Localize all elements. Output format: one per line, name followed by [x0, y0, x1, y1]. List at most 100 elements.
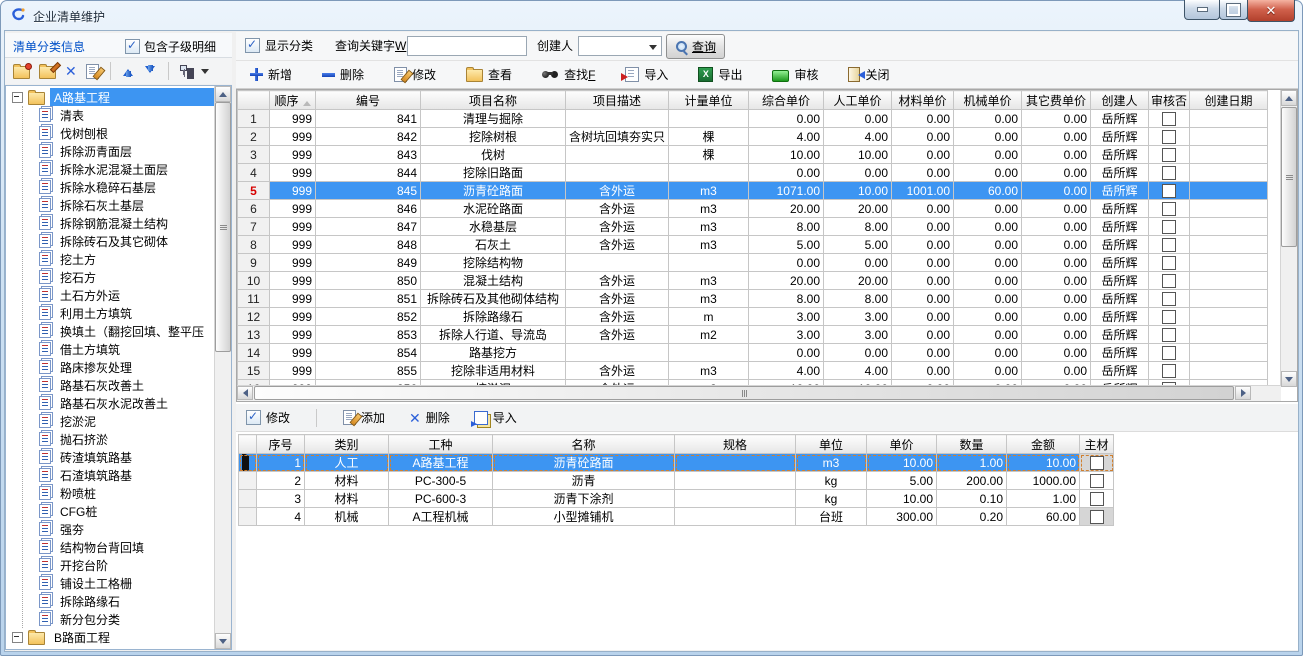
cell-create-date[interactable]: [1190, 326, 1268, 344]
tree-item-label[interactable]: 砖渣填筑路基: [56, 448, 136, 466]
cell[interactable]: 伐树: [421, 146, 566, 164]
cell-create-date[interactable]: [1190, 128, 1268, 146]
tree-item-label[interactable]: 强夯: [56, 520, 88, 538]
row-number[interactable]: 6: [238, 200, 270, 218]
cell[interactable]: 岳所辉: [1091, 182, 1149, 200]
row-number[interactable]: 9: [238, 254, 270, 272]
audit-checkbox[interactable]: [1162, 346, 1176, 360]
tree-item-label[interactable]: 拆除水泥混凝土面层: [56, 160, 172, 178]
cell-audit[interactable]: [1149, 272, 1190, 290]
cell[interactable]: 0.00: [892, 236, 954, 254]
tree-item[interactable]: 伐树刨根: [39, 124, 214, 142]
tree-item-label[interactable]: 换填土（翻挖回填、整平压: [56, 322, 208, 340]
column-header-7[interactable]: 人工单价: [824, 91, 892, 110]
column-header-10[interactable]: 主材: [1080, 435, 1114, 454]
cell[interactable]: [669, 344, 749, 362]
column-header-8[interactable]: 材料单价: [892, 91, 954, 110]
cell[interactable]: 10.00: [867, 454, 937, 472]
cell[interactable]: 0.00: [954, 326, 1022, 344]
row-selector[interactable]: [239, 472, 257, 490]
cell-audit[interactable]: [1149, 290, 1190, 308]
combobox-arrow-icon[interactable]: [649, 45, 657, 54]
cell-audit[interactable]: [1149, 146, 1190, 164]
audit-checkbox[interactable]: [1162, 220, 1176, 234]
column-header-5[interactable]: 规格: [675, 435, 796, 454]
cell[interactable]: 0.00: [954, 272, 1022, 290]
tree-item-label[interactable]: 新分包分类: [56, 610, 124, 628]
view-button[interactable]: 查看: [466, 66, 512, 83]
tree-item-label[interactable]: 借土方填筑: [56, 340, 124, 358]
row-number[interactable]: 4: [238, 164, 270, 182]
row-number[interactable]: 3: [238, 146, 270, 164]
cell[interactable]: 0.00: [954, 164, 1022, 182]
cell[interactable]: 20.00: [824, 272, 892, 290]
column-header-corner[interactable]: [238, 91, 270, 110]
cell-audit[interactable]: [1149, 218, 1190, 236]
tree-item-label[interactable]: 拆除砖石及其它砌体: [56, 232, 172, 250]
row-number[interactable]: 1: [238, 110, 270, 128]
cell[interactable]: 20.00: [749, 200, 824, 218]
cell[interactable]: kg: [796, 490, 867, 508]
cell[interactable]: 844: [316, 164, 421, 182]
modify-button[interactable]: 修改: [394, 66, 436, 83]
cell[interactable]: 0.00: [1022, 290, 1091, 308]
cell[interactable]: 4.00: [749, 362, 824, 380]
cell[interactable]: 0.00: [892, 362, 954, 380]
cell[interactable]: 挖除旧路面: [421, 164, 566, 182]
tree-item[interactable]: 拆除钢筋混凝土结构: [39, 214, 214, 232]
tree-item[interactable]: 路基石灰改善土: [39, 376, 214, 394]
column-header-selector[interactable]: [239, 435, 257, 454]
new-category-folder-icon[interactable]: [13, 66, 30, 79]
cell[interactable]: m3: [669, 362, 749, 380]
cell[interactable]: 0.00: [892, 164, 954, 182]
scroll-up-button[interactable]: [1281, 90, 1297, 106]
cell[interactable]: 含外运: [566, 182, 669, 200]
tree-item[interactable]: 路基石灰水泥改善土: [39, 394, 214, 412]
detail-add-button[interactable]: 添加: [343, 409, 385, 426]
cell[interactable]: 999: [270, 290, 316, 308]
tree-item[interactable]: 拆除水稳碎石基层: [39, 178, 214, 196]
cell[interactable]: 3.00: [749, 308, 824, 326]
cell[interactable]: 岳所辉: [1091, 110, 1149, 128]
tree-item[interactable]: 挖淤泥: [39, 412, 214, 430]
query-button[interactable]: 查询: [666, 34, 725, 59]
cell[interactable]: 0.00: [892, 254, 954, 272]
column-header-4[interactable]: 名称: [493, 435, 675, 454]
column-header-3[interactable]: 项目名称: [421, 91, 566, 110]
cell[interactable]: 0.00: [1022, 236, 1091, 254]
cell[interactable]: [566, 164, 669, 182]
cell[interactable]: 0.00: [954, 254, 1022, 272]
cell[interactable]: [675, 454, 796, 472]
audit-checkbox[interactable]: [1162, 328, 1176, 342]
cell-main-material[interactable]: [1080, 454, 1114, 472]
column-header-4[interactable]: 项目描述: [566, 91, 669, 110]
cell[interactable]: 含外运: [566, 308, 669, 326]
tree-item[interactable]: 挖土方: [39, 250, 214, 268]
column-header-9[interactable]: 金额: [1007, 435, 1080, 454]
cell[interactable]: 0.00: [1022, 344, 1091, 362]
main-material-checkbox[interactable]: [1090, 510, 1104, 524]
cell[interactable]: [566, 110, 669, 128]
cell[interactable]: 5.00: [824, 236, 892, 254]
cell[interactable]: [675, 472, 796, 490]
cell[interactable]: 0.00: [824, 344, 892, 362]
cell[interactable]: 含外运: [566, 236, 669, 254]
cell[interactable]: 0.00: [749, 164, 824, 182]
cell[interactable]: [669, 110, 749, 128]
title-bar[interactable]: 企业清单维护 ✕: [0, 0, 1303, 30]
tree-item-label[interactable]: 结构物台背回填: [56, 538, 148, 556]
cell[interactable]: 小型摊铺机: [493, 508, 675, 526]
cell[interactable]: 1.00: [937, 454, 1007, 472]
cell[interactable]: 4: [257, 508, 305, 526]
cell[interactable]: 0.00: [749, 110, 824, 128]
row-selector[interactable]: [239, 490, 257, 508]
tree-root-item[interactable]: A路基工程: [8, 88, 214, 106]
cell[interactable]: m3: [669, 236, 749, 254]
tree-item[interactable]: 拆除沥青面层: [39, 142, 214, 160]
cell-main-material[interactable]: [1080, 490, 1114, 508]
main-material-checkbox[interactable]: [1090, 474, 1104, 488]
cell[interactable]: 材料: [305, 472, 389, 490]
include-children-checkbox[interactable]: [125, 39, 140, 54]
cell[interactable]: 清理与掘除: [421, 110, 566, 128]
cell[interactable]: 841: [316, 110, 421, 128]
